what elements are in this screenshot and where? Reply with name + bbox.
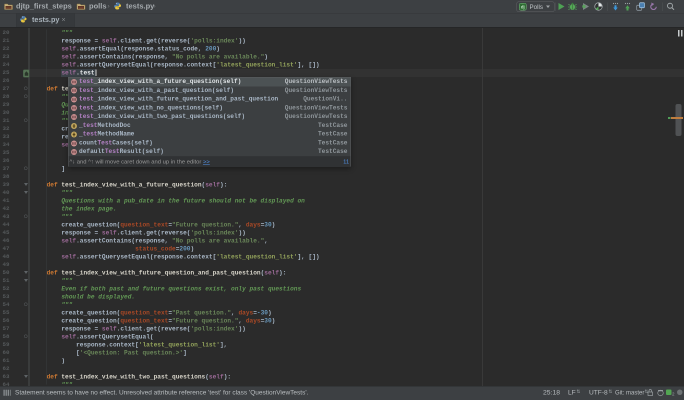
svg-text:dj: dj [521, 5, 525, 10]
